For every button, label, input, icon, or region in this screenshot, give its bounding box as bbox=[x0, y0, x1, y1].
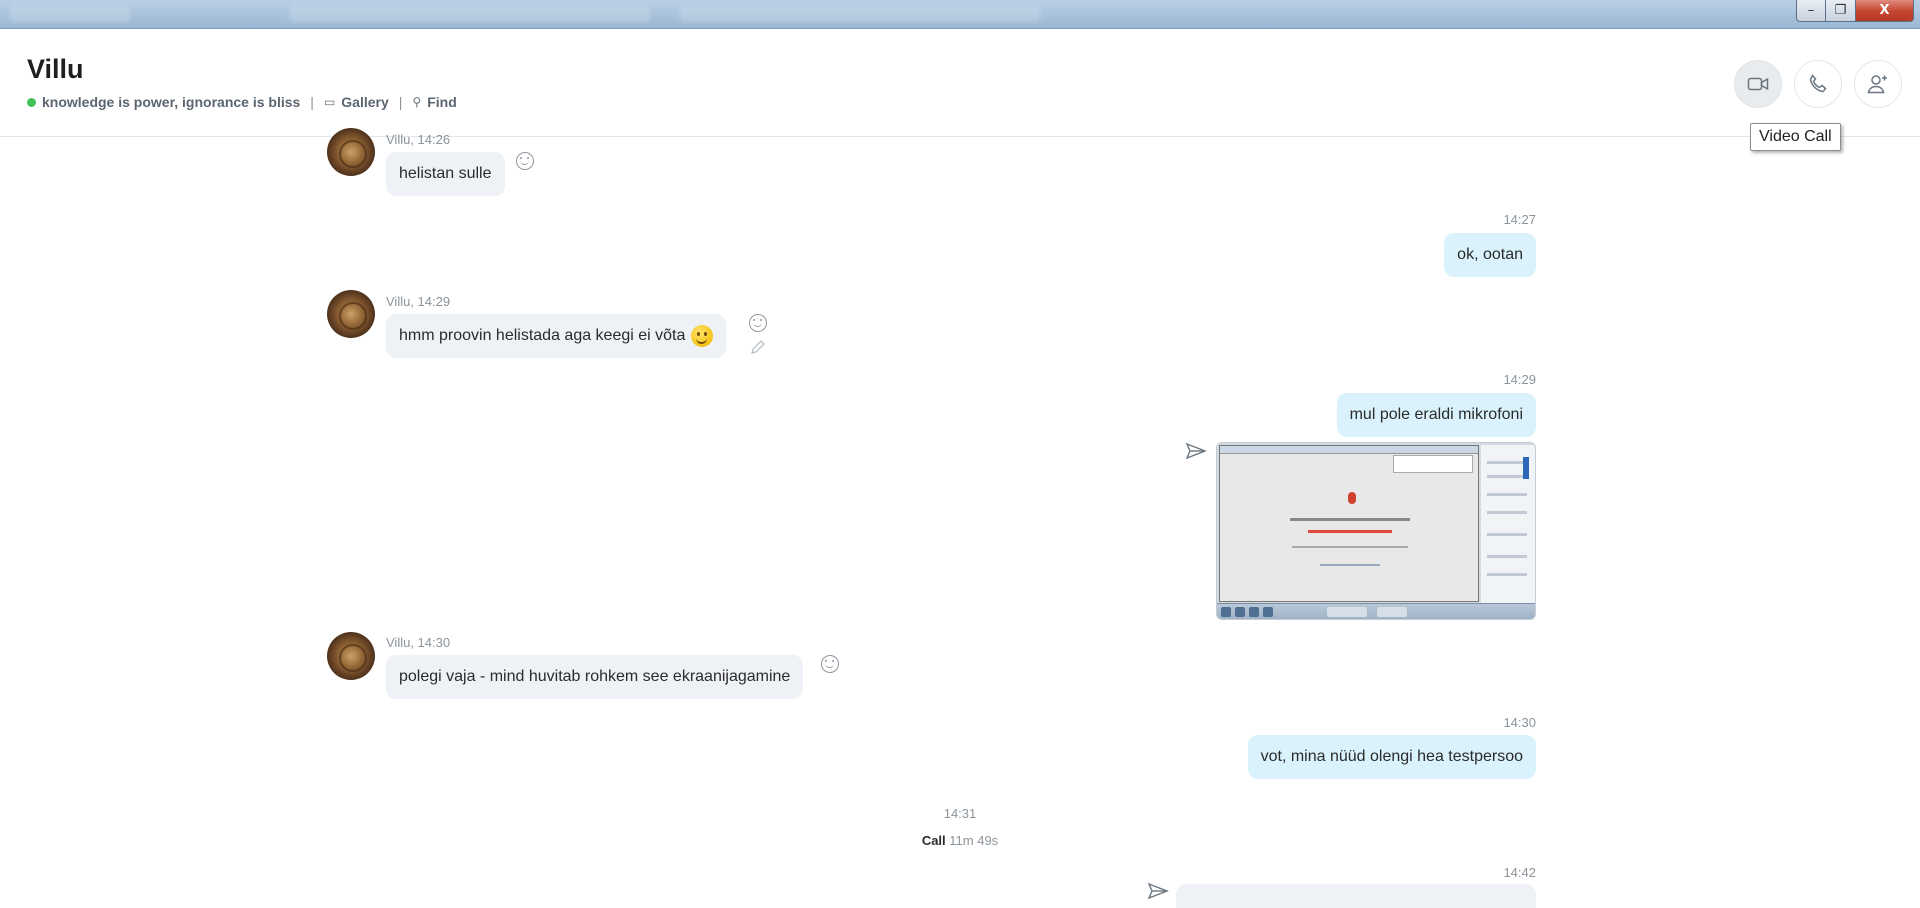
thumbnail-taskbar bbox=[1217, 603, 1535, 619]
edit-pencil-icon[interactable] bbox=[749, 338, 767, 356]
video-call-button[interactable] bbox=[1734, 60, 1782, 108]
image-attachment-thumbnail[interactable] bbox=[1216, 442, 1536, 620]
thumbnail-titlebar bbox=[1220, 446, 1478, 454]
call-time: 14:31 bbox=[943, 806, 977, 821]
message-time: 14:30 bbox=[1503, 715, 1536, 730]
add-reaction-icon[interactable] bbox=[516, 152, 534, 170]
message-time: 14:42 bbox=[1503, 865, 1536, 880]
add-reaction-icon[interactable] bbox=[821, 655, 839, 673]
conversation-area[interactable]: Villu, 14:26 helistan sulle 14:27 ok, oo… bbox=[0, 128, 1920, 908]
find-link[interactable]: ⚲ Find bbox=[412, 94, 456, 110]
message-bubble-incoming[interactable]: hmm proovin helistada aga keegi ei võta bbox=[386, 314, 727, 358]
message-bubble-incoming[interactable]: helistan sulle bbox=[386, 152, 505, 196]
thumbnail-line bbox=[1320, 564, 1380, 566]
separator: | bbox=[398, 94, 403, 110]
video-camera-icon bbox=[1747, 77, 1769, 91]
separator: | bbox=[310, 94, 314, 110]
os-title-bar: – ❐ X bbox=[0, 0, 1920, 29]
call-duration: 11m 49s bbox=[949, 833, 999, 848]
taskbar-blur bbox=[290, 6, 650, 22]
message-meta: Villu, 14:26 bbox=[386, 132, 451, 147]
microphone-icon bbox=[1348, 492, 1356, 504]
thumbnail-popup bbox=[1393, 455, 1473, 473]
message-meta: Villu, 14:29 bbox=[386, 294, 451, 309]
avatar[interactable] bbox=[327, 128, 375, 176]
restore-button[interactable]: ❐ bbox=[1826, 0, 1856, 22]
message-time: 14:27 bbox=[1503, 212, 1536, 227]
contact-name[interactable]: Villu bbox=[27, 54, 84, 85]
online-status-dot bbox=[27, 97, 36, 107]
message-meta: Villu, 14:30 bbox=[386, 635, 451, 650]
close-button[interactable]: X bbox=[1856, 0, 1914, 22]
avatar[interactable] bbox=[327, 632, 375, 680]
window-controls: – ❐ X bbox=[1796, 0, 1914, 22]
forward-icon[interactable] bbox=[1147, 882, 1169, 900]
message-bubble-outgoing[interactable]: mul pole eraldi mikrofoni bbox=[1336, 393, 1536, 437]
gallery-link[interactable]: ▭ Gallery bbox=[324, 94, 389, 110]
thumbnail-line bbox=[1308, 530, 1392, 533]
taskbar-blur bbox=[10, 6, 130, 22]
contact-subline: knowledge is power, ignorance is bliss |… bbox=[27, 94, 457, 110]
message-bubble-outgoing[interactable]: vot, mina nüüd olengi hea testpersoo bbox=[1247, 735, 1536, 779]
add-person-icon bbox=[1867, 75, 1887, 94]
smiley-emoji-icon bbox=[691, 325, 714, 347]
message-time: 14:29 bbox=[1503, 372, 1536, 387]
avatar[interactable] bbox=[327, 290, 375, 338]
call-summary[interactable]: Call 11m 49s bbox=[0, 833, 1920, 848]
call-label: Call bbox=[921, 833, 946, 848]
gallery-label: Gallery bbox=[341, 94, 389, 110]
add-people-button[interactable] bbox=[1854, 60, 1902, 108]
phone-icon bbox=[1809, 74, 1827, 93]
gallery-icon: ▭ bbox=[323, 95, 336, 109]
status-message: knowledge is power, ignorance is bliss bbox=[42, 94, 301, 110]
message-bubble-outgoing[interactable]: ok, ootan bbox=[1444, 233, 1536, 277]
search-icon: ⚲ bbox=[412, 95, 422, 109]
message-bubble-incoming[interactable]: polegi vaja - mind huvitab rohkem see ek… bbox=[386, 655, 804, 699]
minimize-button[interactable]: – bbox=[1796, 0, 1826, 22]
forward-icon[interactable] bbox=[1185, 442, 1207, 460]
thumbnail-line bbox=[1290, 518, 1410, 521]
add-reaction-icon[interactable] bbox=[749, 314, 767, 332]
call-actions bbox=[1734, 60, 1902, 108]
message-text: hmm proovin helistada aga keegi ei võta bbox=[399, 327, 686, 344]
thumbnail-line bbox=[1292, 546, 1408, 548]
audio-call-button[interactable] bbox=[1794, 60, 1842, 108]
message-bubble-partial[interactable] bbox=[1176, 884, 1536, 908]
find-label: Find bbox=[427, 94, 457, 110]
thumbnail-accent bbox=[1523, 457, 1529, 479]
taskbar-blur bbox=[680, 6, 1040, 22]
chat-header: Villu knowledge is power, ignorance is b… bbox=[0, 30, 1920, 137]
